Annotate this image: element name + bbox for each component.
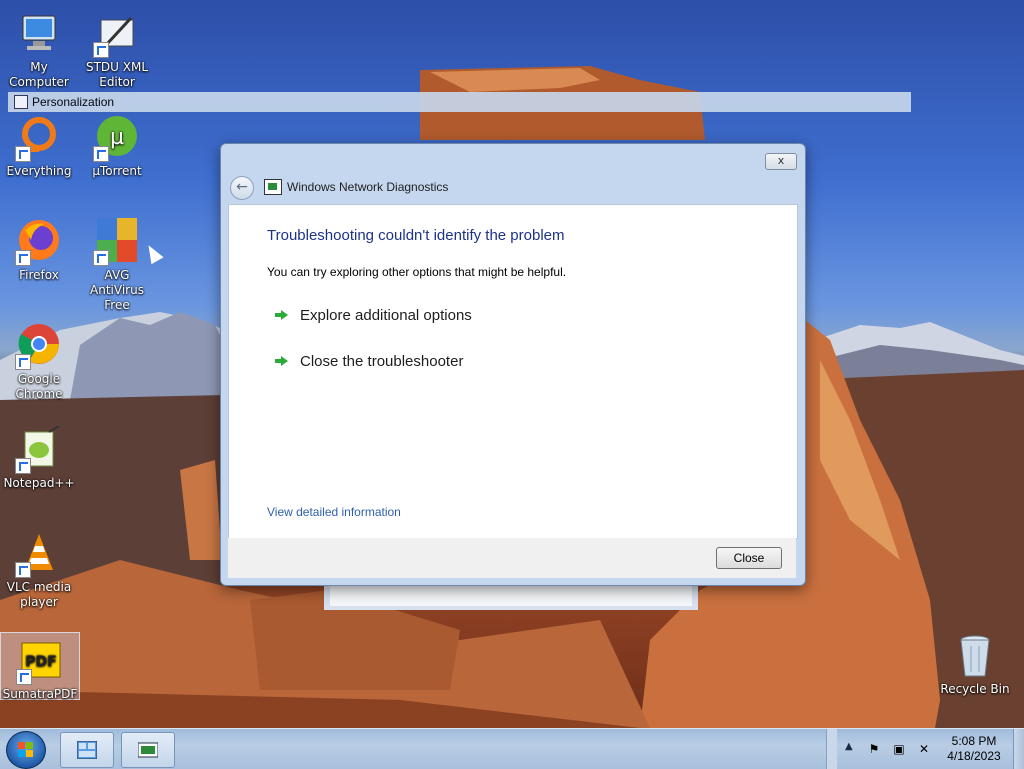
control-panel-icon xyxy=(77,741,97,759)
green-arrow-icon xyxy=(275,354,289,368)
svg-text:PDF: PDF xyxy=(25,654,56,670)
taskbar-personalization-button[interactable] xyxy=(60,732,114,768)
dialog-heading: Troubleshooting couldn't identify the pr… xyxy=(267,227,565,244)
shortcut-arrow-icon xyxy=(15,354,31,370)
show-desktop-button[interactable] xyxy=(1013,729,1024,769)
shortcut-arrow-icon xyxy=(15,250,31,266)
desktop-icon-my-computer[interactable]: My Computer xyxy=(0,10,78,90)
desktop-icon-google-chrome[interactable]: Google Chrome xyxy=(0,322,78,402)
dialog-subtext: You can try exploring other options that… xyxy=(267,265,567,279)
personalization-window-titlebar[interactable]: Personalization xyxy=(8,92,911,112)
shortcut-arrow-icon xyxy=(15,562,31,578)
taskbar: ▲ ⚑ ▣ ✕ 5:08 PM 4/18/2023 xyxy=(0,728,1024,769)
dialog-title: Windows Network Diagnostics xyxy=(287,180,449,194)
taskbar-scroll-strip[interactable] xyxy=(826,729,837,769)
shortcut-arrow-icon xyxy=(15,458,31,474)
close-button[interactable]: Close xyxy=(716,547,782,569)
desktop-icon-label: My Computer xyxy=(9,60,69,89)
desktop-icon-notepadpp[interactable]: Notepad++ xyxy=(0,426,78,491)
shortcut-arrow-icon xyxy=(16,669,32,685)
option-explore-additional[interactable]: Explore additional options xyxy=(275,304,472,326)
network-diagnostics-icon xyxy=(264,179,282,195)
desktop-icon-vlc[interactable]: VLC media player xyxy=(0,530,78,610)
desktop-icon-firefox[interactable]: Firefox xyxy=(0,218,78,283)
taskbar-network-diagnostics-button[interactable] xyxy=(121,732,175,768)
network-icon[interactable]: ▣ xyxy=(891,741,907,757)
network-diagnostics-dialog: x ← Windows Network Diagnostics Troubles… xyxy=(220,143,806,586)
shortcut-arrow-icon xyxy=(93,250,109,266)
shortcut-arrow-icon xyxy=(15,146,31,162)
desktop: My Computer STDU XML Editor Everything µ… xyxy=(0,0,1024,728)
green-arrow-icon xyxy=(275,308,289,322)
recycle-bin-icon xyxy=(960,635,990,677)
option-label: Explore additional options xyxy=(300,306,472,324)
desktop-icon-label: VLC media player xyxy=(6,580,72,609)
desktop-icon-sumatrapdf[interactable]: PDF SumatraPDF xyxy=(0,632,80,701)
shortcut-arrow-icon xyxy=(93,146,109,162)
dialog-close-button[interactable]: x xyxy=(765,153,797,170)
desktop-icon-label: AVG AntiVirus Free xyxy=(90,268,144,312)
action-center-flag-icon[interactable]: ⚑ xyxy=(866,741,882,757)
dialog-content: Troubleshooting couldn't identify the pr… xyxy=(228,204,798,539)
desktop-icon-label: SumatraPDF xyxy=(2,687,78,701)
desktop-icon-utorrent[interactable]: µ µTorrent xyxy=(78,114,156,179)
svg-text:µ: µ xyxy=(110,125,124,150)
desktop-icon-label: Firefox xyxy=(19,268,59,282)
personalization-title: Personalization xyxy=(32,95,115,109)
desktop-icon-label: Everything xyxy=(6,164,72,178)
show-hidden-icons-button[interactable]: ▲ xyxy=(845,741,853,752)
desktop-icon-label: µTorrent xyxy=(92,164,142,178)
option-label: Close the troubleshooter xyxy=(300,352,464,370)
desktop-icon-label: STDU XML Editor xyxy=(85,60,149,89)
desktop-icon-everything[interactable]: Everything xyxy=(0,114,78,179)
desktop-icon-recycle-bin[interactable]: Recycle Bin xyxy=(936,632,1014,697)
desktop-icon-label: Google Chrome xyxy=(15,372,63,401)
dialog-footer: Close xyxy=(228,538,796,578)
windows-logo-icon xyxy=(18,742,33,757)
network-diagnostics-icon xyxy=(138,742,158,758)
volume-muted-icon[interactable]: ✕ xyxy=(916,741,932,757)
computer-icon xyxy=(22,15,56,50)
view-details-link[interactable]: View detailed information xyxy=(267,505,401,519)
start-button[interactable] xyxy=(6,731,46,769)
desktop-icon-label: Recycle Bin xyxy=(940,682,1010,696)
clock[interactable]: 5:08 PM 4/18/2023 xyxy=(940,734,1008,764)
back-button[interactable]: ← xyxy=(230,176,254,200)
desktop-icon-stdu-xml-editor[interactable]: STDU XML Editor xyxy=(78,10,156,90)
option-close-troubleshooter[interactable]: Close the troubleshooter xyxy=(275,350,463,372)
personalization-icon xyxy=(14,95,28,109)
desktop-icon-label: Notepad++ xyxy=(3,476,75,490)
clock-date: 4/18/2023 xyxy=(947,749,1001,763)
clock-time: 5:08 PM xyxy=(951,734,997,748)
shortcut-arrow-icon xyxy=(93,42,109,58)
desktop-icon-avg-antivirus[interactable]: AVG AntiVirus Free xyxy=(78,218,156,313)
